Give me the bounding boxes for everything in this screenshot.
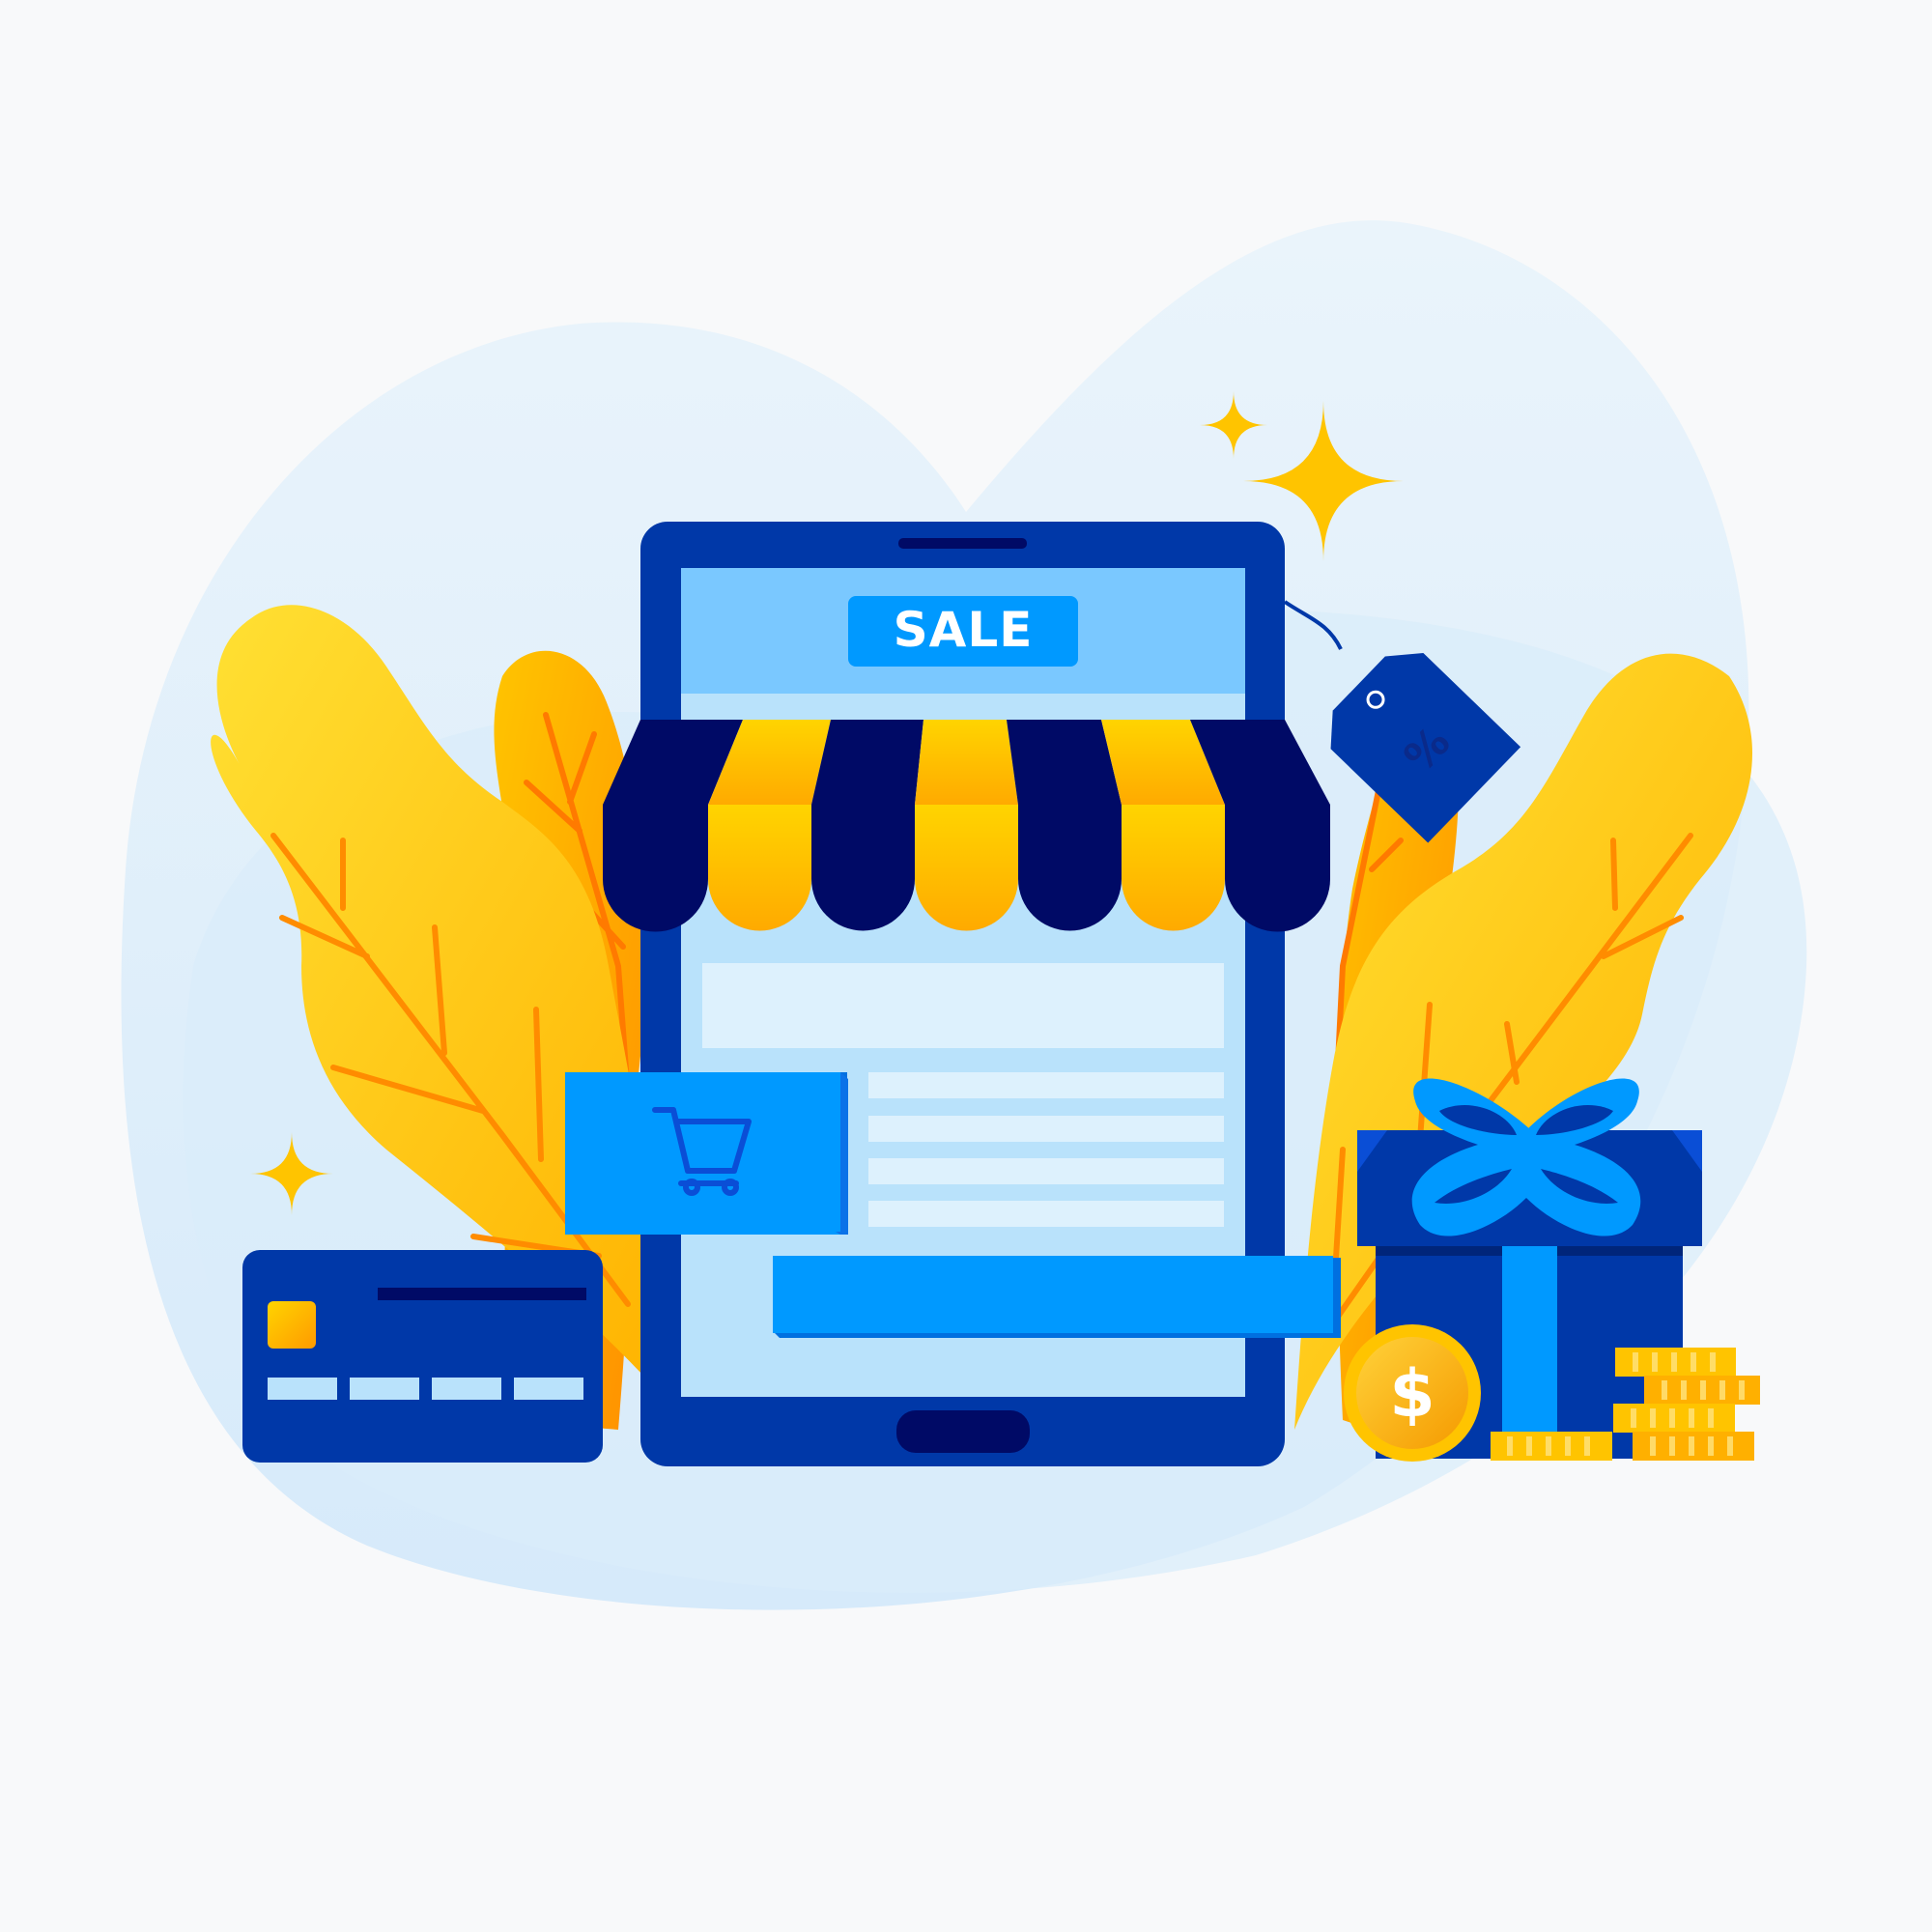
content-block	[702, 963, 1224, 1048]
credit-card-icon	[242, 1250, 603, 1463]
text-line	[868, 1201, 1224, 1227]
card-chip	[268, 1301, 316, 1349]
ecommerce-sale-illustration: SALE % $	[121, 220, 1807, 1610]
text-line	[868, 1116, 1224, 1142]
text-line	[868, 1072, 1224, 1098]
buy-bar	[773, 1256, 1341, 1338]
card-magnetic-line	[378, 1288, 586, 1300]
cart-card	[565, 1072, 848, 1235]
sale-banner: SALE	[848, 596, 1078, 667]
text-line	[868, 1158, 1224, 1184]
sale-label: SALE	[894, 602, 1034, 658]
coin-symbol: $	[1389, 1356, 1435, 1433]
dollar-coin-icon: $	[1344, 1324, 1481, 1462]
